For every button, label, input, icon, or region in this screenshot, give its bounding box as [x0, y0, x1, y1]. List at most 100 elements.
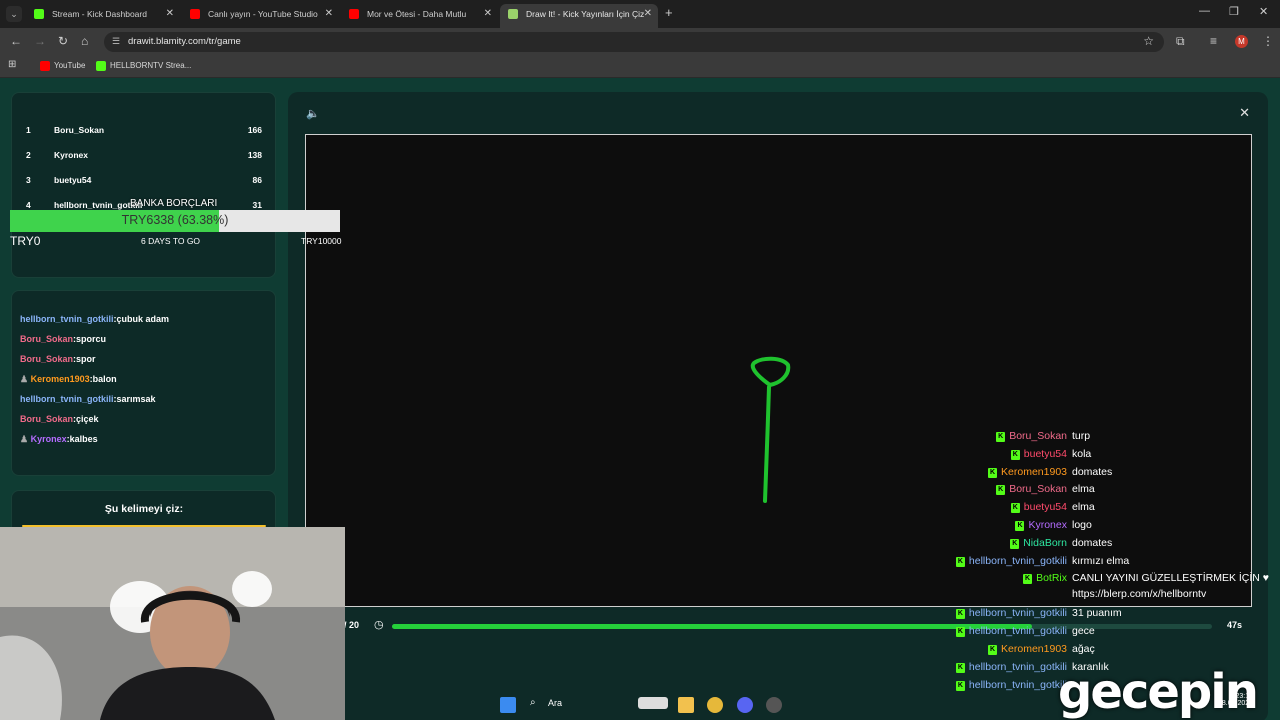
donation-progress-text: TRY6338 (63.38%): [121, 213, 229, 227]
app-icon[interactable]: [766, 697, 782, 713]
browser-tab[interactable]: Mor ve Ötesi - Daha Mutlu ✕: [341, 4, 498, 28]
overlay-message: elma: [1072, 483, 1095, 496]
restore-icon[interactable]: ❐: [1229, 5, 1239, 18]
guess-username: Boru_Sokan: [20, 354, 74, 364]
taskbar-search-label[interactable]: Ara: [548, 698, 562, 708]
discord-icon[interactable]: [737, 697, 753, 713]
minimize-icon[interactable]: —: [1199, 5, 1210, 17]
widget-icon[interactable]: [638, 697, 668, 709]
reload-icon[interactable]: ↻: [58, 34, 68, 48]
gecepin-logo: gecepin: [1058, 664, 1259, 720]
browser-tab[interactable]: Draw It! - Kick Yayınları İçin Çiz ✕: [500, 4, 658, 28]
leaderboard-panel: 1 Boru_Sokan 166 2 Kyronex 138 3 buetyu54 86 4 hel…: [11, 92, 276, 278]
kick-badge-icon: K: [996, 432, 1006, 442]
apps-grid-icon[interactable]: ⊞: [8, 59, 16, 70]
tab-close-icon[interactable]: ✕: [644, 4, 652, 24]
forward-arrow-icon[interactable]: →: [34, 34, 46, 48]
new-tab-plus-icon[interactable]: +: [665, 5, 673, 20]
overlay-username: hellborn_tvnin_gotkili: [968, 625, 1067, 638]
close-icon[interactable]: ✕: [1239, 105, 1250, 121]
youtube-icon: [40, 61, 50, 71]
leaderboard-name: buetyu54: [54, 175, 92, 185]
tab-favicon-icon: [508, 9, 518, 19]
overlay-username: hellborn_tvnin_gotkili: [968, 660, 1067, 673]
overlay-message: turp: [1072, 430, 1091, 442]
guess-item: Boru_Sokan:çiçek: [20, 414, 99, 424]
screen: { "browser": { "tabs": [ {"title": "Stre…: [0, 0, 1280, 720]
kick-badge-icon: K: [1015, 521, 1025, 531]
guess-item: hellborn_tvnin_gotkili:sarımsak: [20, 394, 156, 404]
kick-badge-icon: K: [1010, 503, 1020, 514]
sound-icon[interactable]: 🔈: [306, 107, 320, 120]
browser-tabbar: ⌄ Stream - Kick Dashboard ✕ Canlı yayın - …: [0, 0, 1280, 28]
bookmark-star-icon[interactable]: ☆: [1143, 34, 1154, 48]
overlay-username: Boru_Sokan: [1009, 483, 1067, 496]
guess-word: sporcu: [76, 334, 107, 344]
tab-close-icon[interactable]: ✕: [166, 4, 174, 24]
kick-badge-icon: K: [1010, 538, 1020, 549]
overlay-message-link: https://blerp.com/x/hellborntv: [1072, 588, 1207, 601]
extensions-icon[interactable]: ⧉: [1176, 34, 1185, 49]
profile-avatar[interactable]: M: [1235, 35, 1248, 48]
overlay-username: Boru_Sokan: [1009, 430, 1067, 442]
bookmark-youtube[interactable]: YouTube: [40, 61, 85, 71]
overlay-username: Kyronex: [1028, 519, 1067, 531]
overlay-chat-row: K Keromen1903 domates: [0, 466, 1280, 482]
media-icon[interactable]: ≡: [1210, 34, 1217, 48]
guess-word: spor: [76, 354, 96, 364]
overlay-username: BotRix: [1036, 572, 1067, 585]
tab-close-icon[interactable]: ✕: [325, 4, 333, 24]
donation-days-left: 6 DAYS TO GO: [141, 236, 201, 246]
windows-start-icon[interactable]: [500, 697, 516, 713]
guess-item: ♟ Keromen1903:balon: [20, 374, 117, 385]
tab-close-icon[interactable]: ✕: [484, 4, 492, 24]
overlay-message: domates: [1072, 536, 1113, 549]
guess-username: Keromen1903: [30, 374, 90, 384]
kick-badge-icon: K: [1023, 574, 1033, 585]
window-close-icon[interactable]: ✕: [1259, 5, 1268, 18]
browser-menu-icon[interactable]: ⋮: [1262, 34, 1274, 48]
overlay-message: logo: [1072, 519, 1092, 531]
tab-favicon-icon: [349, 9, 359, 19]
tab-favicon-icon: [190, 9, 200, 19]
overlay-chat-row: K Boru_Sokan elma: [0, 483, 1280, 499]
badge-icon: ♟: [20, 374, 31, 384]
chrome-icon[interactable]: [707, 697, 723, 713]
donation-max: TRY10000: [301, 236, 342, 246]
kick-badge-icon: K: [996, 485, 1006, 496]
back-arrow-icon[interactable]: ←: [10, 34, 22, 48]
leaderboard-score: 166: [247, 125, 262, 135]
home-icon[interactable]: ⌂: [81, 34, 88, 48]
browser-tab[interactable]: Canlı yayın - YouTube Studio ✕: [182, 4, 339, 28]
leaderboard-score: 31: [252, 200, 262, 210]
search-icon[interactable]: ⌕: [530, 697, 536, 708]
webcam-image: [0, 527, 345, 720]
leaderboard-rank: 4: [26, 200, 31, 210]
donation-progress-bar: TRY6338 (63.38%): [10, 210, 340, 232]
url-text[interactable]: drawit.blamity.com/tr/game: [128, 36, 241, 47]
tab-search-icon[interactable]: ⌄: [6, 6, 22, 22]
bookmark-hellborntv[interactable]: HELLBORNTV Strea...: [96, 61, 191, 71]
webcam-feed: [0, 527, 345, 720]
clock-time: 23:13: [1235, 693, 1254, 700]
leaderboard-rank: 3: [26, 175, 31, 185]
tab-favicon-icon: [34, 9, 44, 19]
leaderboard-score: 86: [252, 175, 262, 185]
kick-badge-icon: K: [955, 680, 965, 691]
leaderboard-row: 1 Boru_Sokan 166: [26, 125, 262, 139]
leaderboard-rank: 2: [26, 150, 31, 160]
guess-item: Boru_Sokan:sporcu: [20, 334, 106, 344]
guess-word: balon: [92, 374, 117, 384]
drawing-stroke: [750, 356, 791, 503]
kick-badge-icon: K: [955, 609, 965, 620]
guess-username: Boru_Sokan: [20, 334, 74, 344]
kick-badge-icon: K: [955, 662, 965, 673]
site-info-icon[interactable]: ☰: [112, 36, 120, 47]
kick-badge-icon: K: [955, 627, 965, 638]
browser-tab[interactable]: Stream - Kick Dashboard ✕: [26, 4, 180, 28]
tab-title: Canlı yayın - YouTube Studio: [208, 9, 318, 19]
address-bar[interactable]: ☰ drawit.blamity.com/tr/game ☆: [104, 32, 1164, 52]
overlay-username: NidaBorn: [1023, 536, 1067, 549]
file-explorer-icon[interactable]: [678, 697, 694, 713]
address-toolbar: ← → ↻ ⌂ ☰ drawit.blamity.com/tr/game ☆ ⧉…: [0, 28, 1280, 56]
